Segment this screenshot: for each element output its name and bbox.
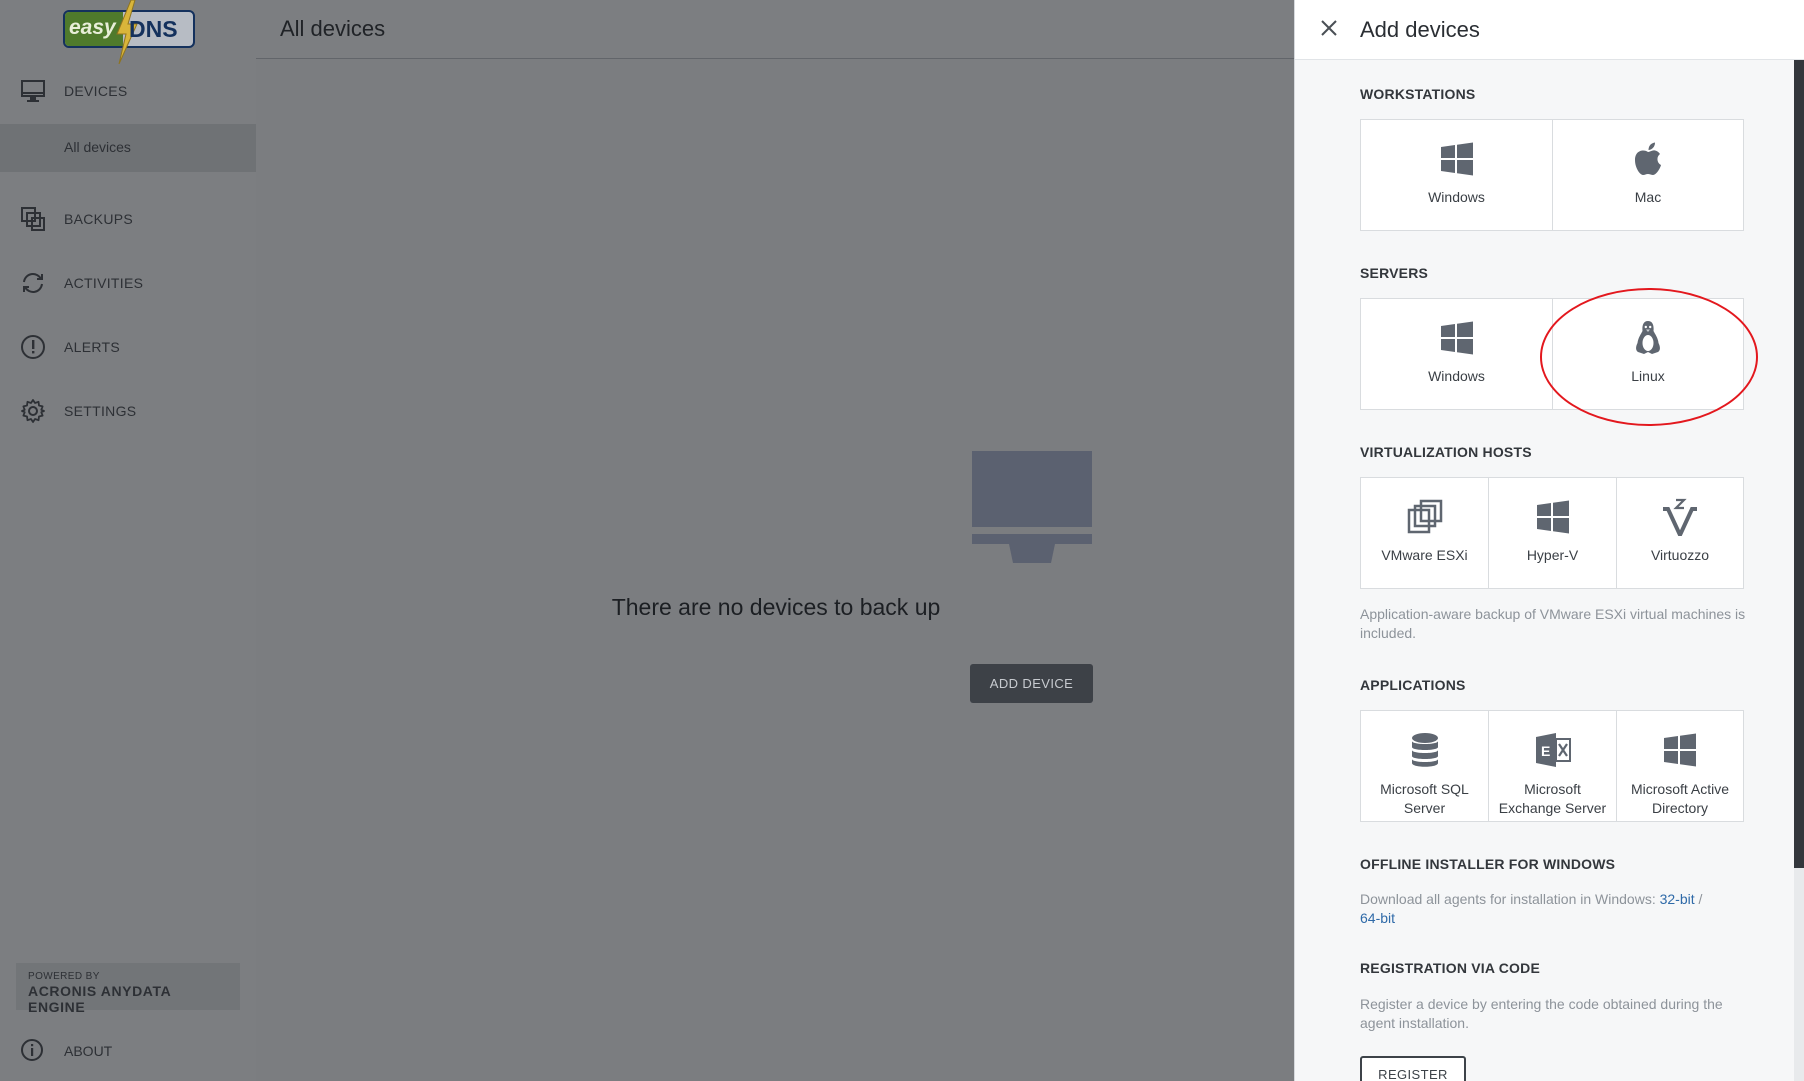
tile-label: Linux xyxy=(1631,368,1665,384)
tile-label-line-2: Exchange Server xyxy=(1498,800,1607,816)
tile-label: Virtuozzo xyxy=(1650,547,1710,563)
copies-icon xyxy=(21,207,45,231)
virtuozzo-icon xyxy=(1663,498,1697,536)
scrollbar-thumb[interactable] xyxy=(1794,60,1804,868)
sidebar-item-label: ABOUT xyxy=(64,1043,113,1059)
tile-label-line-1: Microsoft Active xyxy=(1630,781,1730,797)
main-content: All devices xyxy=(256,0,1296,1081)
sidebar-item-devices[interactable]: DEVICES xyxy=(0,66,256,116)
registration-note: Register a device by entering the code o… xyxy=(1360,996,1723,1031)
section-title-registration: REGISTRATION VIA CODE xyxy=(1360,960,1540,976)
vmware-note: Application-aware backup of VMware ESXi … xyxy=(1360,606,1746,641)
sidebar-item-label: ALERTS xyxy=(64,339,121,355)
sidebar-item-label: ACTIVITIES xyxy=(64,275,144,291)
sidebar-item-backups[interactable]: BACKUPS xyxy=(0,194,256,244)
tile-vmware-esxi[interactable]: VMware ESXi xyxy=(1361,478,1489,588)
tile-label-line-1: Microsoft xyxy=(1524,781,1581,797)
tile-active-directory[interactable]: Microsoft Active Directory xyxy=(1617,711,1743,821)
sidebar-subitem-label: All devices xyxy=(64,139,131,155)
database-icon xyxy=(1411,733,1438,767)
windows-icon xyxy=(1440,142,1473,176)
sidebar-item-all-devices[interactable]: All devices xyxy=(0,124,256,172)
svg-text:E: E xyxy=(1541,743,1550,759)
main-header: All devices xyxy=(256,0,1296,59)
link-64-bit[interactable]: 64-bit xyxy=(1360,910,1395,926)
link-separator: / xyxy=(1694,891,1703,907)
tile-virtuozzo[interactable]: Virtuozzo xyxy=(1617,478,1743,588)
exchange-icon: E xyxy=(1535,733,1571,767)
windows-icon xyxy=(1664,733,1696,767)
powered-by-label: POWERED BY xyxy=(28,971,100,982)
close-icon[interactable] xyxy=(1317,16,1341,40)
applications-grid: Microsoft SQL Server E Microsoft Exchang… xyxy=(1360,710,1744,822)
logo-dns-text: DNS xyxy=(129,16,178,42)
register-button[interactable]: REGISTER xyxy=(1360,1056,1466,1081)
tile-mssql[interactable]: Microsoft SQL Server xyxy=(1361,711,1489,821)
offline-note-text: Download all agents for installation in … xyxy=(1360,891,1660,907)
engine-name: ACRONIS ANYDATA ENGINE xyxy=(28,983,171,1015)
tile-server-windows[interactable]: Windows xyxy=(1361,299,1553,409)
section-title-offline-installer: OFFLINE INSTALLER FOR WINDOWS xyxy=(1360,856,1616,872)
info-icon xyxy=(21,1039,43,1061)
sidebar-item-about[interactable]: ABOUT xyxy=(0,1026,256,1076)
brand-logo[interactable]: easy DNS xyxy=(63,0,195,64)
section-title-servers: SERVERS xyxy=(1360,265,1429,281)
panel-header: Add devices xyxy=(1295,0,1804,60)
windows-icon xyxy=(1536,500,1569,534)
sidebar-item-alerts[interactable]: ALERTS xyxy=(0,322,256,372)
tile-server-linux[interactable]: Linux xyxy=(1553,299,1743,409)
tile-label: Hyper-V xyxy=(1526,547,1579,563)
tile-label-line-2: Server xyxy=(1403,800,1446,816)
monitor-icon xyxy=(21,80,45,102)
linux-icon xyxy=(1636,321,1660,354)
servers-grid: Windows Linux xyxy=(1360,298,1744,410)
apple-icon xyxy=(1635,142,1661,175)
sync-icon xyxy=(23,273,43,293)
tile-hyper-v[interactable]: Hyper-V xyxy=(1489,478,1617,588)
add-device-button[interactable]: ADD DEVICE xyxy=(970,664,1093,703)
sidebar-item-label: SETTINGS xyxy=(64,403,137,419)
sidebar-item-label: DEVICES xyxy=(64,83,128,99)
tile-label: Windows xyxy=(1428,189,1485,205)
section-title-applications: APPLICATIONS xyxy=(1360,677,1466,693)
tile-label-line-2: Directory xyxy=(1651,800,1708,816)
tile-workstation-mac[interactable]: Mac xyxy=(1553,120,1743,230)
panel-scrollbar[interactable] xyxy=(1794,60,1804,1081)
sidebar-item-activities[interactable]: ACTIVITIES xyxy=(0,258,256,308)
link-32-bit[interactable]: 32-bit xyxy=(1660,891,1695,907)
panel-title: Add devices xyxy=(1360,17,1480,42)
virtualization-grid: VMware ESXi Hyper-V Virtuozzo xyxy=(1360,477,1744,589)
sidebar-item-label: BACKUPS xyxy=(64,211,134,227)
workstations-grid: Windows Mac xyxy=(1360,119,1744,231)
tile-exchange[interactable]: E Microsoft Exchange Server xyxy=(1489,711,1617,821)
page-title: All devices xyxy=(280,16,386,41)
gear-icon xyxy=(21,399,45,423)
sidebar-item-settings[interactable]: SETTINGS xyxy=(0,386,256,436)
add-devices-panel: Add devices WORKSTATIONS Windows Mac SER… xyxy=(1294,0,1804,1081)
tile-label-line-1: Microsoft SQL xyxy=(1380,781,1469,797)
monitor-icon xyxy=(972,451,1092,563)
alert-icon xyxy=(21,335,45,359)
windows-icon xyxy=(1440,321,1473,355)
tile-workstation-windows[interactable]: Windows xyxy=(1361,120,1553,230)
sidebar: easy DNS DEVICES All devices BACKUPS ACT… xyxy=(0,0,256,1081)
tile-label: Windows xyxy=(1428,368,1485,384)
section-title-virtualization: VIRTUALIZATION HOSTS xyxy=(1360,444,1532,460)
tile-label: Mac xyxy=(1634,189,1662,205)
powered-by-badge: POWERED BY ACRONIS ANYDATA ENGINE xyxy=(16,963,240,1015)
offline-installer-note: Download all agents for installation in … xyxy=(1360,890,1750,928)
tile-label: VMware ESXi xyxy=(1381,547,1468,563)
vmware-icon xyxy=(1407,499,1442,534)
section-title-workstations: WORKSTATIONS xyxy=(1360,86,1476,102)
